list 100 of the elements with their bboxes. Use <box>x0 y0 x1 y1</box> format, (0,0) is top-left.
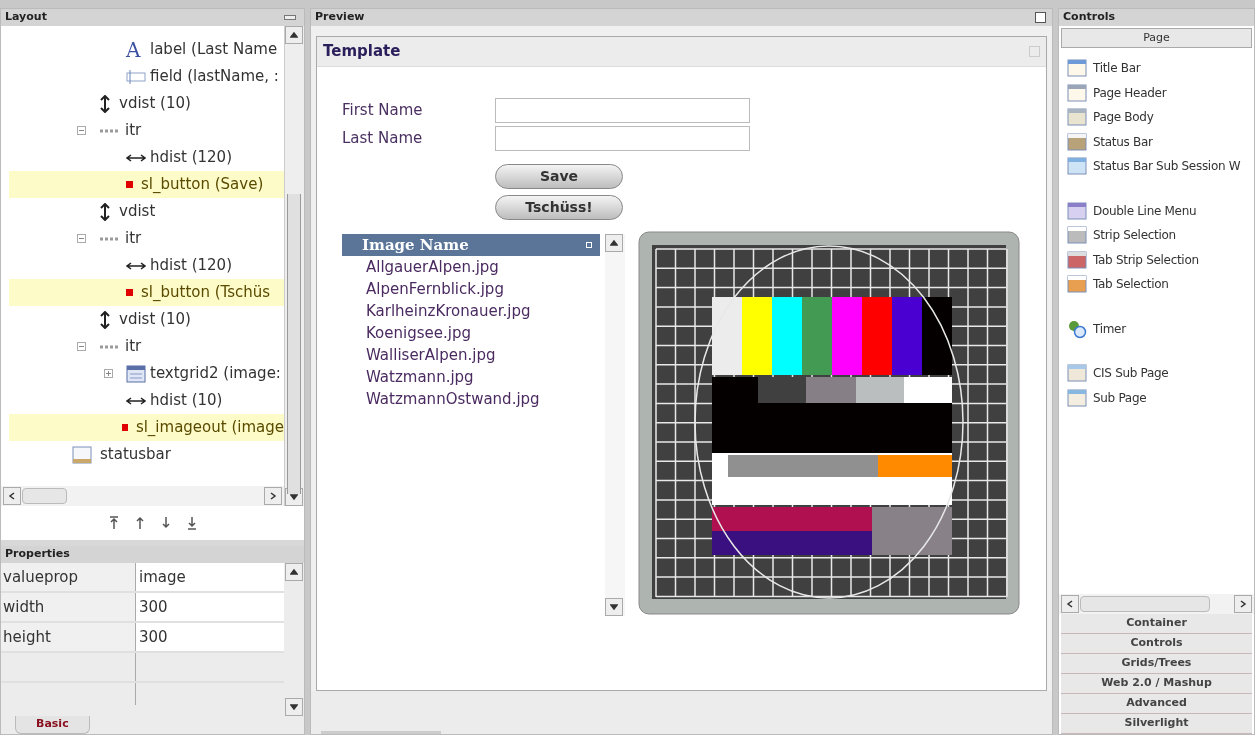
grid-row[interactable]: AllgauerAlpen.jpg <box>342 256 600 278</box>
grid-icon <box>126 364 146 383</box>
tree-item[interactable]: hdist (10) <box>9 387 284 414</box>
window-icon <box>1067 157 1087 176</box>
tree-item[interactable]: hdist (120) <box>9 252 284 279</box>
window-icon <box>1067 250 1087 269</box>
grid-row[interactable]: WalliserAlpen.jpg <box>342 344 600 366</box>
tree-item[interactable]: itr <box>9 333 284 360</box>
timer-icon <box>1067 318 1087 339</box>
vertical-arrow-icon <box>99 310 111 329</box>
collapse-icon[interactable] <box>77 126 86 135</box>
window-title: Template <box>323 41 401 63</box>
panel-title: Layout <box>4 9 48 26</box>
text-input[interactable] <box>495 125 750 151</box>
tree-item[interactable]: vdist (10) <box>9 306 284 333</box>
up-arrow-icon <box>290 568 298 576</box>
scroll-down-button[interactable] <box>285 698 303 716</box>
palette-item[interactable]: Status Bar Sub Session W <box>1059 154 1254 179</box>
scroll-up-button[interactable] <box>285 26 303 44</box>
tree-item[interactable]: itr <box>9 117 284 144</box>
window-icon <box>72 445 92 464</box>
component-marker-icon <box>126 289 133 296</box>
letter-icon: A <box>126 39 146 60</box>
grid-row[interactable]: KarlheinzKronauer.jpg <box>342 300 600 322</box>
tree-item[interactable]: sl_imageout (image <box>9 414 284 441</box>
scroll-thumb[interactable] <box>287 194 301 494</box>
section-header[interactable]: Controls <box>1061 634 1252 654</box>
palette-item[interactable]: Page Body <box>1059 105 1254 130</box>
window-icon <box>1067 275 1087 294</box>
tree-item[interactable]: itr <box>9 225 284 252</box>
scroll-right-button[interactable] <box>1234 595 1252 613</box>
palette-item[interactable]: Tab Selection <box>1059 272 1254 297</box>
horizontal-arrow-icon <box>126 395 146 406</box>
palette-item[interactable]: Timer <box>1059 316 1254 341</box>
text-input[interactable] <box>495 97 750 123</box>
move-top-icon[interactable] <box>107 515 120 531</box>
scroll-down-button[interactable] <box>605 598 623 616</box>
section-header[interactable]: Page <box>1061 28 1252 48</box>
properties-tab[interactable]: Basic <box>15 716 90 734</box>
down-arrow-icon <box>290 493 298 501</box>
window-icon <box>1067 83 1087 102</box>
section-header[interactable]: Container <box>1061 614 1252 634</box>
move-bottom-icon[interactable] <box>185 515 198 531</box>
property-value[interactable]: image <box>136 563 284 591</box>
property-value[interactable]: 300 <box>136 623 284 651</box>
scroll-up-button[interactable] <box>605 234 623 252</box>
tree-item[interactable]: statusbar <box>9 441 284 468</box>
palette-item[interactable]: Title Bar <box>1059 56 1254 81</box>
tree-item[interactable]: sl_button (Save) <box>9 171 284 198</box>
scroll-left-button[interactable] <box>3 487 21 505</box>
section-header[interactable]: Grids/Trees <box>1061 654 1252 674</box>
tree-item[interactable]: vdist <box>9 198 284 225</box>
maximize-icon[interactable] <box>1035 12 1046 23</box>
collapse-icon[interactable] <box>77 342 86 351</box>
palette-item[interactable]: Page Header <box>1059 80 1254 105</box>
tree-item[interactable]: sl_button (Tschüs <box>9 279 284 306</box>
horizontal-arrow-icon <box>126 152 146 163</box>
palette-item[interactable]: Status Bar <box>1059 129 1254 154</box>
scroll-right-button[interactable] <box>264 487 282 505</box>
grid-row[interactable]: WatzmannOstwand.jpg <box>342 388 600 410</box>
palette-item[interactable]: Tab Strip Selection <box>1059 247 1254 272</box>
expand-icon[interactable] <box>104 369 113 378</box>
section-header[interactable]: Silverlight <box>1061 714 1252 734</box>
palette-item[interactable]: CIS Sub Page <box>1059 361 1254 386</box>
palette-item[interactable]: Double Line Menu <box>1059 198 1254 223</box>
section-header[interactable]: Advanced <box>1061 694 1252 714</box>
grid-row[interactable]: Koenigsee.jpg <box>342 322 600 344</box>
property-value[interactable]: 300 <box>136 593 284 621</box>
grid-header[interactable]: Image Name <box>342 234 600 256</box>
window-icon <box>1067 108 1087 127</box>
minimize-icon[interactable] <box>284 15 296 20</box>
grid-row[interactable]: AlpenFernblick.jpg <box>342 278 600 300</box>
tree-item[interactable]: textgrid2 (image: <box>9 360 284 387</box>
tree-item[interactable]: vdist (10) <box>9 90 284 117</box>
scroll-thumb[interactable] <box>1080 596 1210 612</box>
property-name: width <box>1 593 136 621</box>
text-field-icon <box>126 68 146 85</box>
section-header[interactable]: Web 2.0 / Mashup <box>1061 674 1252 694</box>
window-icon <box>1067 132 1087 151</box>
tree-item[interactable]: field (lastName, : <box>9 63 284 90</box>
form-button[interactable]: Save <box>495 164 623 189</box>
property-name: valueprop <box>1 563 136 591</box>
scroll-left-button[interactable] <box>1061 595 1079 613</box>
move-down-icon[interactable] <box>159 515 172 531</box>
palette-item[interactable]: Strip Selection <box>1059 223 1254 248</box>
tree-item[interactable]: hdist (120) <box>9 144 284 171</box>
tree-item[interactable]: A label (Last Name <box>9 36 284 63</box>
collapse-icon[interactable] <box>77 234 86 243</box>
panel-title: Controls <box>1059 9 1254 26</box>
up-arrow-icon <box>290 31 298 39</box>
down-arrow-icon <box>290 703 298 711</box>
field-label: Last Name <box>342 127 424 149</box>
form-button[interactable]: Tschüss! <box>495 195 623 220</box>
window-icon <box>1067 59 1087 78</box>
grid-row[interactable]: Watzmann.jpg <box>342 366 600 388</box>
scroll-thumb[interactable] <box>22 488 67 504</box>
field-label: First Name <box>342 99 424 121</box>
palette-item[interactable]: Sub Page <box>1059 385 1254 410</box>
component-marker-icon <box>126 181 133 188</box>
scroll-up-button[interactable] <box>285 563 303 581</box>
